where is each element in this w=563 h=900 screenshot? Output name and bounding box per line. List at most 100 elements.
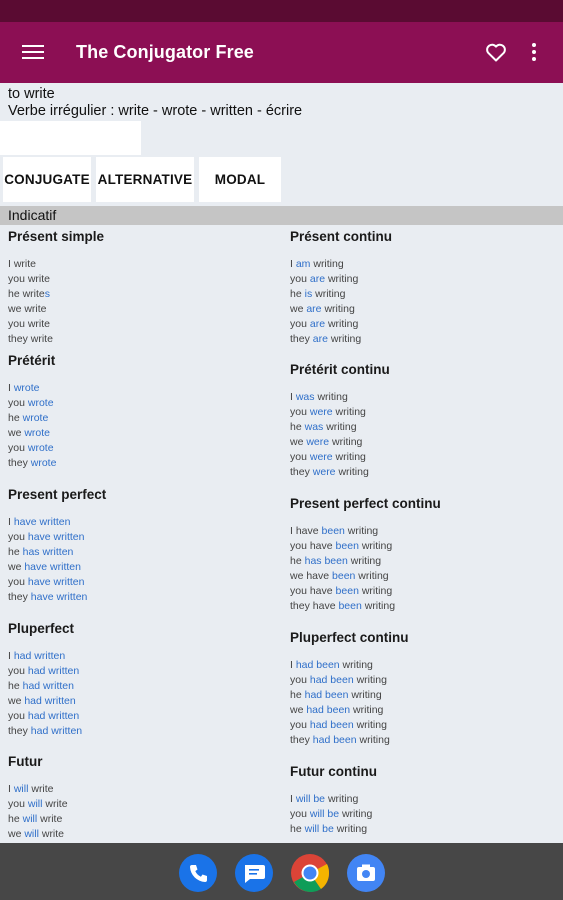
pronoun: they write (8, 333, 53, 345)
tense-title-text: Présent continu (290, 229, 393, 244)
pronoun: he (290, 421, 305, 433)
navigation-bar (0, 843, 563, 900)
conjugation-line: you will write (8, 798, 68, 810)
tense-title-text: Futur (8, 754, 43, 769)
conjugation-line: I was writing (290, 391, 348, 403)
auxiliary: am (295, 258, 311, 270)
phone-app-icon[interactable] (179, 854, 217, 892)
auxiliary: had been (309, 674, 354, 686)
auxiliary: wrote (30, 457, 57, 469)
tense-title-text: Pluperfect (8, 621, 75, 636)
tense-title-text: Present perfect continu (290, 496, 441, 511)
conjugation-line: we had written (8, 695, 76, 707)
pronoun: they have (290, 600, 339, 612)
verb-form: writing (355, 570, 389, 582)
auxiliary: been (321, 525, 345, 537)
auxiliary: had been (304, 689, 349, 701)
conjugation-line: we were writing (290, 436, 362, 448)
verb-form: writing (323, 421, 357, 433)
auxiliary: will (24, 828, 39, 840)
conjugation-line: you have written (8, 531, 84, 543)
pronoun: you have (290, 585, 336, 597)
pronoun: he (290, 288, 305, 300)
pronoun: you (8, 397, 28, 409)
verb-form: write (42, 798, 68, 810)
auxiliary: have written (30, 591, 88, 603)
auxiliary: been (332, 570, 356, 582)
menu-icon[interactable] (22, 42, 44, 62)
pronoun: you (290, 719, 310, 731)
verb-form: writing (344, 525, 379, 537)
auxiliary: have written (13, 516, 71, 528)
more-vert-icon[interactable] (525, 40, 543, 64)
auxiliary: had written (22, 680, 74, 692)
auxiliary: have written (27, 531, 85, 543)
pronoun: he (8, 412, 23, 424)
conjugation-line: I am writing (290, 258, 344, 270)
conjugation-line: you are writing (290, 273, 358, 285)
verb-form: writing (332, 451, 366, 463)
auxiliary: will be (309, 808, 340, 820)
auxiliary: will be (304, 823, 334, 835)
pronoun: we (290, 303, 307, 315)
auxiliary: had been (295, 659, 340, 671)
auxiliary: has written (22, 546, 74, 558)
auxiliary: had been (312, 734, 357, 746)
conjugation-line: we are writing (290, 303, 355, 315)
tab-modal[interactable]: MODAL (199, 157, 281, 202)
conjugation-line: he will be writing (290, 823, 367, 835)
tab-conjugate[interactable]: CONJUGATE (3, 157, 91, 202)
chrome-app-icon[interactable] (291, 854, 330, 893)
auxiliary: was (304, 421, 324, 433)
auxiliary: were (309, 406, 333, 418)
pronoun: you (290, 318, 310, 330)
verb-form: writing (321, 303, 355, 315)
conjugation-line: you wrote (8, 442, 54, 454)
tense-title: Present perfect continu (290, 496, 441, 511)
camera-app-icon[interactable] (347, 854, 385, 892)
conjugation-line: we had been writing (290, 704, 383, 716)
verb-form: writing (314, 391, 348, 403)
verb-form: writing (353, 719, 387, 731)
pronoun: we (8, 561, 25, 573)
conjugation-line: we have written (8, 561, 81, 573)
tense-title-text: Prétérit continu (290, 362, 390, 377)
pronoun: we (8, 828, 25, 840)
status-bar (0, 0, 563, 22)
verb-form: writing (333, 823, 368, 835)
verb-form: writing (325, 318, 359, 330)
tense-title-text: Present perfect (8, 487, 107, 502)
conjugation-line: I have been writing (290, 525, 378, 537)
auxiliary: will (27, 798, 43, 810)
heart-icon[interactable] (484, 40, 508, 64)
verb-form: writing (356, 734, 390, 746)
pronoun: I write (8, 258, 37, 270)
pronoun: they (8, 725, 31, 737)
verb-form: writing (350, 704, 384, 716)
auxiliary: are (309, 273, 326, 285)
tab-alternative[interactable]: ALTERNATIVE (96, 157, 194, 202)
pronoun: you (8, 531, 28, 543)
auxiliary: have written (24, 561, 81, 573)
section-title: Indicatif (8, 207, 57, 223)
auxiliary: are (312, 333, 328, 345)
tense-title: Present perfect (8, 487, 106, 502)
auxiliary: been (335, 585, 359, 597)
verb-form: writing (348, 689, 382, 701)
conjugation-line: we have been writing (290, 570, 389, 582)
pronoun: he (290, 555, 305, 567)
pronoun: he write (8, 288, 45, 300)
conjugation-line: he had written (8, 680, 74, 692)
auxiliary: had been (306, 704, 351, 716)
conjugation-line: he writes (8, 288, 50, 300)
pronoun: we (290, 436, 307, 448)
conjugation-line: you have written (8, 576, 84, 588)
auxiliary: wrote (13, 382, 40, 394)
pronoun: we write (8, 303, 47, 315)
auxiliary: wrote (24, 427, 51, 439)
verb-form: writing (312, 288, 346, 300)
conjugation-line: he was writing (290, 421, 357, 433)
messages-app-icon[interactable] (235, 854, 273, 892)
auxiliary: had been (309, 719, 354, 731)
conjugation-line: they write (8, 333, 53, 345)
